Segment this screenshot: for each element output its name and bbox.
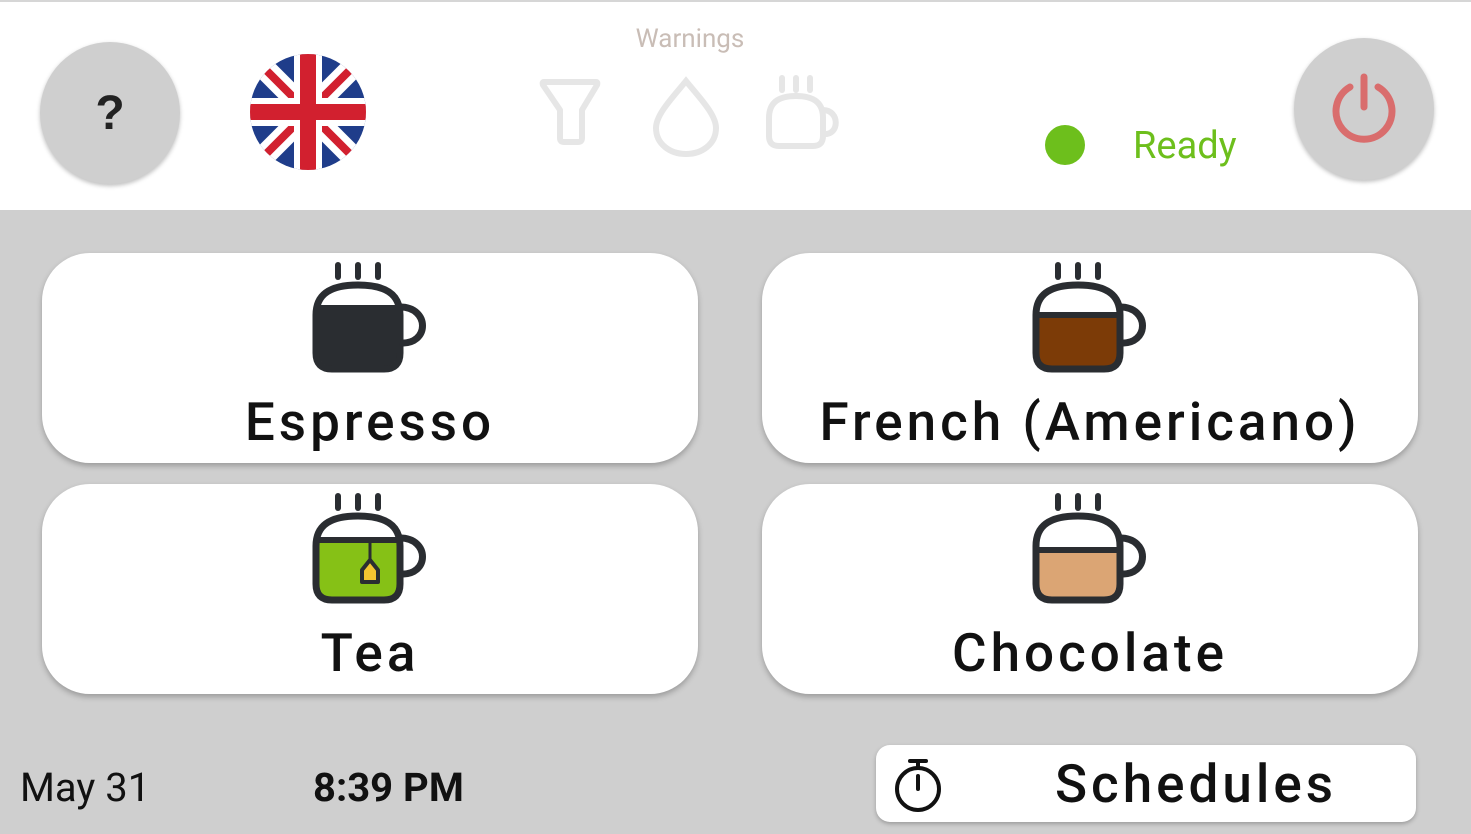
drink-label: Tea xyxy=(320,622,420,684)
time-display: 8:39 PM xyxy=(313,764,464,811)
americano-cup-icon xyxy=(1032,262,1146,373)
timer-icon xyxy=(895,759,941,812)
americano-button[interactable]: French (Americano) xyxy=(762,253,1418,463)
uk-flag-icon[interactable] xyxy=(250,54,366,170)
date-display: May 31 xyxy=(20,764,151,811)
schedules-label: Schedules xyxy=(1054,753,1338,815)
status-text: Ready xyxy=(1133,124,1237,168)
drink-label: Chocolate xyxy=(952,622,1228,684)
warnings-label: Warnings xyxy=(635,24,745,54)
power-icon xyxy=(1332,73,1396,143)
espresso-cup-icon xyxy=(312,262,426,373)
tea-cup-icon xyxy=(312,493,426,604)
chocolate-button[interactable]: Chocolate xyxy=(762,484,1418,694)
help-icon: ? xyxy=(95,86,125,140)
espresso-button[interactable]: Espresso xyxy=(42,253,698,463)
drink-label: French (Americano) xyxy=(819,391,1361,453)
schedules-button[interactable]: Schedules xyxy=(876,745,1416,822)
filter-icon xyxy=(539,79,601,145)
tea-button[interactable]: Tea xyxy=(42,484,698,694)
status-indicator xyxy=(1045,125,1085,165)
drink-label: Espresso xyxy=(244,391,496,453)
power-button[interactable] xyxy=(1294,38,1434,180)
help-button[interactable]: ? xyxy=(40,42,180,184)
water-drop-icon xyxy=(652,76,720,158)
chocolate-cup-icon xyxy=(1032,493,1146,604)
cup-icon xyxy=(766,75,839,149)
top-bar: ? Warnings Ready xyxy=(0,0,1471,210)
